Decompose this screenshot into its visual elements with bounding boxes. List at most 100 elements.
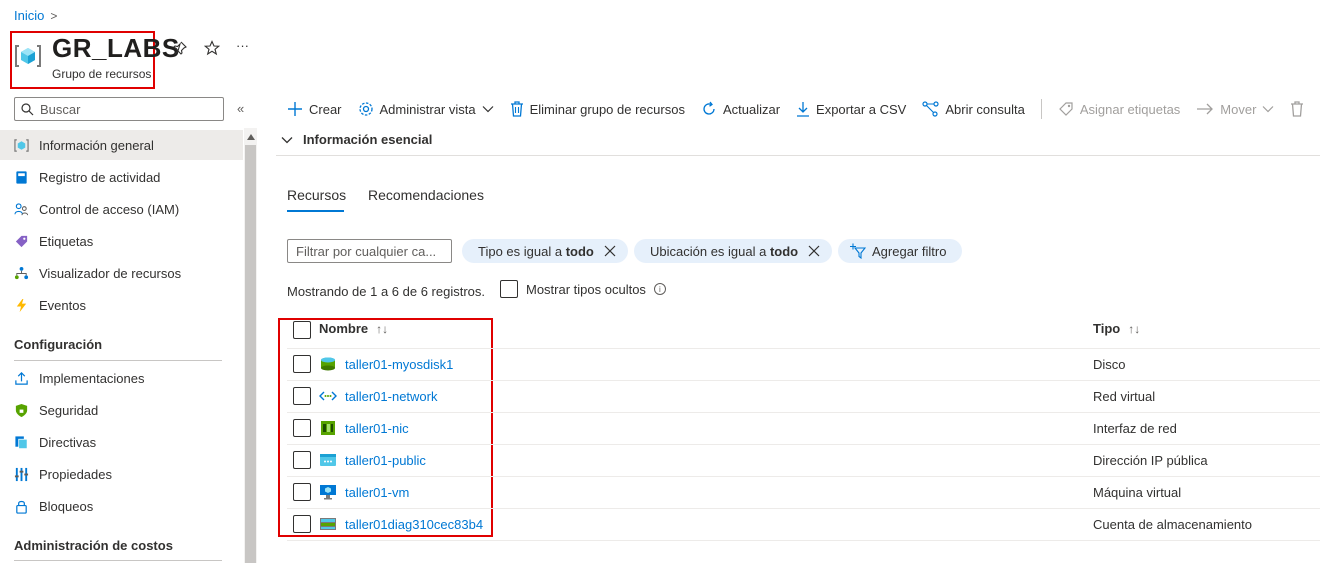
table-row: taller01-nic <box>293 412 409 444</box>
sidebar-divider <box>14 560 222 561</box>
row-divider <box>287 476 1320 477</box>
column-header-name-label: Nombre <box>319 321 369 336</box>
star-icon[interactable] <box>204 40 220 56</box>
show-hidden-types-checkbox[interactable] <box>500 280 518 298</box>
header-actions: ··· <box>172 38 249 56</box>
scroll-up-arrow-icon[interactable] <box>247 134 255 140</box>
search-icon <box>21 102 34 115</box>
sidebar-item-label: Seguridad <box>39 402 99 418</box>
move-button[interactable]: Mover <box>1196 102 1274 117</box>
disk-icon <box>321 357 335 371</box>
sidebar-item-label: Visualizador de recursos <box>39 265 182 281</box>
tab-recommendations[interactable]: Recomendaciones <box>368 187 484 203</box>
export-csv-label: Exportar a CSV <box>816 101 907 117</box>
resource-link[interactable]: taller01-public <box>345 453 426 468</box>
resource-link[interactable]: taller01-myosdisk1 <box>345 357 453 372</box>
manage-view-label: Administrar vista <box>379 101 476 117</box>
download-icon <box>797 102 810 117</box>
hierarchy-icon <box>14 266 29 279</box>
resource-type: Interfaz de red <box>1093 421 1177 436</box>
resource-group-icon <box>15 45 41 67</box>
row-divider <box>287 444 1320 445</box>
tag-icon <box>1058 102 1073 116</box>
properties-icon <box>14 467 29 481</box>
resource-link[interactable]: taller01-nic <box>345 421 409 436</box>
chevron-down-icon <box>482 106 494 113</box>
chevron-right-icon: > <box>50 8 58 23</box>
search-placeholder: Buscar <box>40 101 81 117</box>
pin-icon[interactable] <box>172 40 188 56</box>
upload-icon <box>15 371 28 385</box>
resource-type: Dirección IP pública <box>1093 453 1208 468</box>
sidebar-item-locks[interactable]: Bloqueos <box>0 491 243 521</box>
export-csv-button[interactable]: Exportar a CSV <box>796 101 906 117</box>
sidebar-item-overview[interactable]: Información general <box>0 130 243 160</box>
create-label: Crear <box>309 101 342 117</box>
policy-icon <box>15 435 28 449</box>
sidebar-item-label: Registro de actividad <box>39 169 161 185</box>
toolbar-divider <box>1040 99 1042 119</box>
sidebar-search-input[interactable]: Buscar <box>14 97 224 121</box>
arrow-right-icon <box>1197 103 1214 115</box>
select-all-checkbox[interactable] <box>293 321 311 339</box>
column-header-type[interactable]: Tipo ↑↓ <box>1093 321 1140 336</box>
filter-placeholder: Filtrar por cualquier ca... <box>296 243 437 259</box>
assign-tags-button[interactable]: Asignar etiquetas <box>1058 101 1180 117</box>
sidebar-item-label: Información general <box>39 137 154 153</box>
resource-link[interactable]: taller01-vm <box>345 485 409 500</box>
public-ip-icon <box>320 454 336 466</box>
delete-resource-group-button[interactable]: Eliminar grupo de recursos <box>510 101 685 117</box>
chevron-down-icon <box>1262 106 1274 113</box>
location-filter-pill[interactable]: Ubicación es igual a todo <box>634 239 833 263</box>
more-options-icon[interactable]: ··· <box>236 38 249 56</box>
close-icon[interactable] <box>808 245 820 257</box>
table-row: taller01-public <box>293 444 426 476</box>
trash-icon <box>1291 101 1304 117</box>
create-button[interactable]: Crear <box>287 101 342 117</box>
row-checkbox[interactable] <box>293 419 311 437</box>
sidebar-item-policies[interactable]: Directivas <box>0 427 243 457</box>
sidebar-divider <box>14 360 222 361</box>
resource-link[interactable]: taller01diag310cec83b4 <box>345 517 483 532</box>
refresh-label: Actualizar <box>722 101 781 117</box>
resource-link[interactable]: taller01-network <box>345 389 438 404</box>
sidebar-scrollbar-thumb[interactable] <box>245 145 256 563</box>
type-filter-text: Tipo es igual a todo <box>478 243 594 259</box>
collapse-sidebar-button[interactable]: « <box>237 101 244 116</box>
move-label: Mover <box>1220 101 1257 117</box>
close-icon[interactable] <box>604 245 616 257</box>
breadcrumb-home-link[interactable]: Inicio <box>14 8 44 23</box>
add-filter-button[interactable]: Agregar filtro <box>838 239 963 263</box>
delete-resource-group-label: Eliminar grupo de recursos <box>529 101 685 117</box>
column-header-name[interactable]: Nombre ↑↓ <box>319 321 388 336</box>
resource-type: Cuenta de almacenamiento <box>1093 517 1252 532</box>
row-checkbox[interactable] <box>293 451 311 469</box>
book-icon <box>16 170 27 184</box>
page-subtitle: Grupo de recursos <box>52 67 152 81</box>
refresh-icon <box>703 101 715 115</box>
open-query-button[interactable]: Abrir consulta <box>922 101 1025 117</box>
row-checkbox[interactable] <box>293 483 311 501</box>
essentials-toggle[interactable]: Información esencial <box>281 132 432 147</box>
manage-view-button[interactable]: Administrar vista <box>358 101 494 117</box>
sidebar-item-resource-visualizer[interactable]: Visualizador de recursos <box>0 258 243 288</box>
sidebar-item-iam[interactable]: Control de acceso (IAM) <box>0 194 243 224</box>
sidebar-item-tags[interactable]: Etiquetas <box>0 226 243 256</box>
info-icon[interactable]: i <box>653 283 666 295</box>
row-checkbox[interactable] <box>293 355 311 373</box>
sidebar-item-activity-log[interactable]: Registro de actividad <box>0 162 243 192</box>
refresh-button[interactable]: Actualizar <box>701 101 780 117</box>
table-row: taller01-myosdisk1 <box>293 348 453 380</box>
delete-button[interactable] <box>1290 101 1304 117</box>
row-checkbox[interactable] <box>293 515 311 533</box>
row-checkbox[interactable] <box>293 387 311 405</box>
filter-input[interactable]: Filtrar por cualquier ca... <box>287 239 452 263</box>
type-filter-pill[interactable]: Tipo es igual a todo <box>462 239 628 263</box>
sidebar-item-properties[interactable]: Propiedades <box>0 459 243 489</box>
sidebar-item-events[interactable]: Eventos <box>0 290 243 320</box>
sidebar-item-deployments[interactable]: Implementaciones <box>0 363 243 393</box>
resource-type: Red virtual <box>1093 389 1156 404</box>
sidebar-item-security[interactable]: Seguridad <box>0 395 243 425</box>
lightning-icon <box>16 298 27 312</box>
tab-resources[interactable]: Recursos <box>287 187 346 203</box>
